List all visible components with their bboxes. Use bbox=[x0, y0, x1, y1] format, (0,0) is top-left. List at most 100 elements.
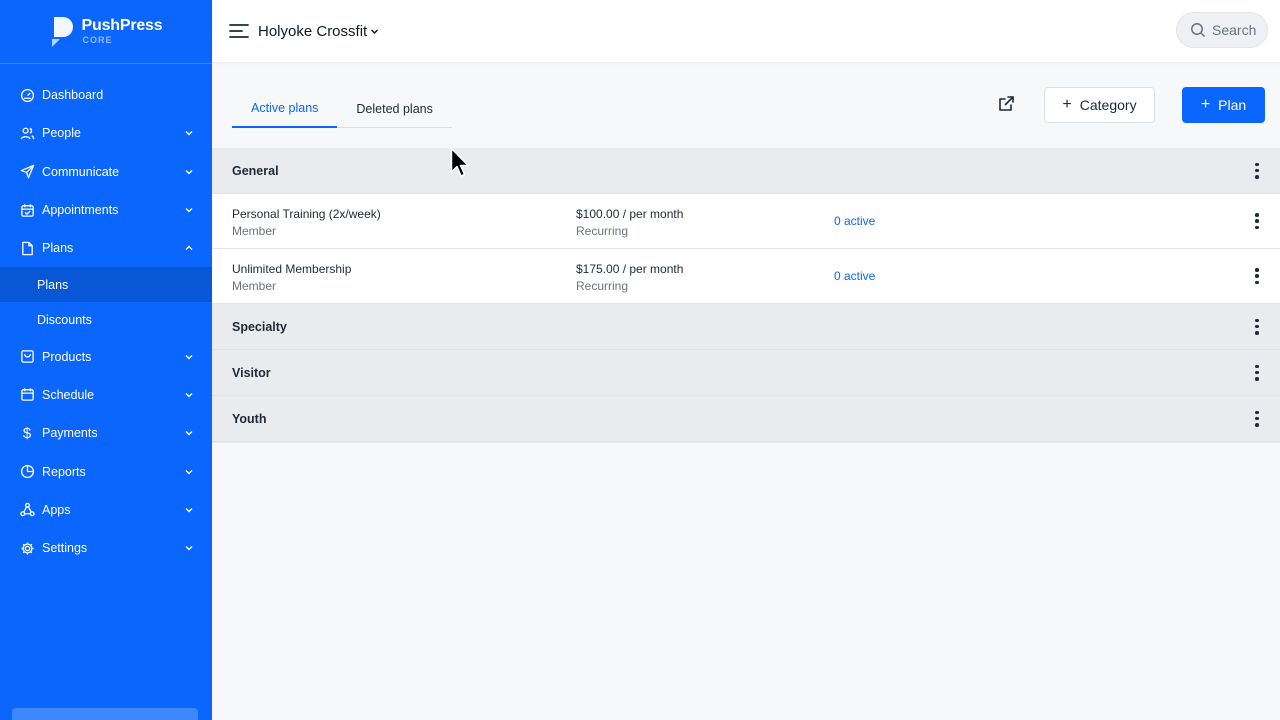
add-category-label: Category bbox=[1079, 97, 1137, 113]
plans-table: General Personal Training (2x/week) Memb… bbox=[212, 148, 1280, 443]
sidebar: PushPress CORE Dashboard People Communic… bbox=[0, 0, 212, 720]
plan-active-count-link[interactable]: 0 active bbox=[834, 269, 875, 283]
add-plan-button[interactable]: + Plan bbox=[1182, 87, 1265, 123]
brand-name: PushPress bbox=[81, 17, 163, 34]
apps-icon bbox=[19, 502, 35, 518]
menu-icon[interactable] bbox=[229, 23, 249, 39]
sidebar-item-payments[interactable]: $ Payments bbox=[0, 414, 212, 452]
tab-active-plans[interactable]: Active plans bbox=[232, 89, 338, 128]
more-vertical-icon[interactable] bbox=[1254, 162, 1260, 179]
category-name: Visitor bbox=[232, 365, 271, 380]
category-name: Youth bbox=[232, 411, 267, 426]
pushpress-logo-icon bbox=[51, 16, 73, 47]
category-row: Youth bbox=[212, 396, 1280, 442]
chevron-down-icon bbox=[184, 167, 194, 177]
mouse-cursor-icon bbox=[450, 147, 469, 177]
tab-deleted-plans[interactable]: Deleted plans bbox=[337, 89, 451, 128]
sidebar-item-plans[interactable]: Plans bbox=[0, 229, 212, 267]
chevron-up-icon bbox=[184, 243, 194, 253]
plan-billing: Recurring bbox=[576, 279, 629, 293]
more-vertical-icon[interactable] bbox=[1254, 318, 1260, 335]
plan-tabs: Active plans Deleted plans bbox=[232, 89, 452, 128]
chevron-down-icon bbox=[184, 505, 194, 515]
document-icon bbox=[19, 240, 35, 256]
sidebar-item-schedule[interactable]: Schedule bbox=[0, 376, 212, 414]
chevron-down-icon bbox=[184, 128, 194, 138]
chevron-down-icon bbox=[184, 467, 194, 477]
sidebar-subitem-plans[interactable]: Plans bbox=[0, 267, 212, 303]
sidebar-item-label: Appointments bbox=[42, 203, 119, 218]
category-row: General bbox=[212, 148, 1280, 194]
external-link-icon[interactable] bbox=[996, 94, 1016, 114]
sidebar-item-apps[interactable]: Apps bbox=[0, 491, 212, 529]
sidebar-item-label: Plans bbox=[42, 241, 74, 256]
sidebar-item-label: Settings bbox=[42, 541, 88, 556]
more-vertical-icon[interactable] bbox=[1254, 268, 1260, 284]
sidebar-item-label: Reports bbox=[42, 464, 86, 479]
plan-price: $175.00 / per month bbox=[576, 262, 684, 276]
category-row: Visitor bbox=[212, 350, 1280, 396]
org-name: Holyoke Crossfit bbox=[258, 22, 368, 40]
chevron-down-icon bbox=[184, 428, 194, 438]
sidebar-item-label: Communicate bbox=[42, 164, 120, 179]
topbar: Holyoke Crossfit Search bbox=[212, 0, 1280, 62]
add-category-button[interactable]: + Category bbox=[1044, 87, 1155, 123]
sidebar-item-settings[interactable]: Settings bbox=[0, 529, 212, 567]
pie-chart-icon bbox=[19, 464, 35, 480]
plan-row[interactable]: Personal Training (2x/week) Member $100.… bbox=[212, 194, 1280, 249]
calendar-icon bbox=[19, 387, 35, 403]
calendar-check-icon bbox=[19, 202, 35, 218]
sidebar-item-label: Products bbox=[42, 349, 92, 364]
search-button[interactable]: Search bbox=[1176, 12, 1268, 48]
plan-price: $100.00 / per month bbox=[576, 207, 684, 221]
plan-row[interactable]: Unlimited Membership Member $175.00 / pe… bbox=[212, 249, 1280, 304]
more-vertical-icon[interactable] bbox=[1254, 410, 1260, 427]
sidebar-bottom-button[interactable] bbox=[12, 708, 198, 720]
search-label: Search bbox=[1212, 22, 1257, 38]
sidebar-item-label: Schedule bbox=[42, 387, 95, 402]
sidebar-nav: Dashboard People Communicate Appointment… bbox=[0, 64, 212, 567]
send-icon bbox=[19, 164, 35, 180]
chevron-down-icon bbox=[184, 352, 194, 362]
search-icon bbox=[1190, 22, 1206, 38]
people-icon bbox=[19, 125, 35, 141]
plan-active-count-link[interactable]: 0 active bbox=[834, 214, 875, 228]
sidebar-item-communicate[interactable]: Communicate bbox=[0, 153, 212, 191]
sidebar-item-label: Dashboard bbox=[42, 88, 104, 103]
brand-logo[interactable]: PushPress CORE bbox=[0, 0, 212, 64]
plus-icon: + bbox=[1062, 96, 1072, 113]
dollar-icon: $ bbox=[22, 424, 32, 442]
more-vertical-icon[interactable] bbox=[1254, 213, 1260, 229]
plan-name: Personal Training (2x/week) bbox=[232, 207, 381, 221]
category-name: General bbox=[232, 163, 279, 178]
sidebar-item-reports[interactable]: Reports bbox=[0, 452, 212, 490]
plus-icon: + bbox=[1200, 96, 1211, 113]
plan-billing: Recurring bbox=[576, 224, 629, 238]
sidebar-item-label: People bbox=[42, 126, 81, 141]
sidebar-item-dashboard[interactable]: Dashboard bbox=[0, 76, 212, 114]
gear-icon bbox=[19, 540, 35, 556]
sidebar-item-label: Payments bbox=[42, 426, 98, 441]
sidebar-item-people[interactable]: People bbox=[0, 114, 212, 152]
brand-sub: CORE bbox=[82, 35, 113, 45]
sidebar-item-appointments[interactable]: Appointments bbox=[0, 191, 212, 229]
org-switcher[interactable]: Holyoke Crossfit bbox=[258, 23, 379, 40]
chevron-down-icon bbox=[184, 205, 194, 215]
more-vertical-icon[interactable] bbox=[1254, 364, 1260, 381]
plan-name: Unlimited Membership bbox=[232, 262, 352, 276]
dashboard-icon bbox=[19, 87, 35, 103]
sidebar-item-label: Apps bbox=[42, 502, 71, 517]
chevron-down-icon bbox=[370, 27, 379, 36]
sidebar-subitem-discounts[interactable]: Discounts bbox=[0, 302, 212, 337]
plan-type: Member bbox=[232, 224, 277, 238]
plans-toolbar: Active plans Deleted plans + Category + … bbox=[212, 62, 1280, 148]
add-plan-label: Plan bbox=[1218, 97, 1247, 113]
chevron-down-icon bbox=[184, 390, 194, 400]
sidebar-item-products[interactable]: Products bbox=[0, 337, 212, 375]
main-content: Active plans Deleted plans + Category + … bbox=[212, 62, 1280, 720]
category-row: Specialty bbox=[212, 304, 1280, 350]
chevron-down-icon bbox=[184, 543, 194, 553]
category-name: Specialty bbox=[232, 319, 287, 334]
bag-icon bbox=[19, 349, 35, 365]
plan-type: Member bbox=[232, 279, 277, 293]
